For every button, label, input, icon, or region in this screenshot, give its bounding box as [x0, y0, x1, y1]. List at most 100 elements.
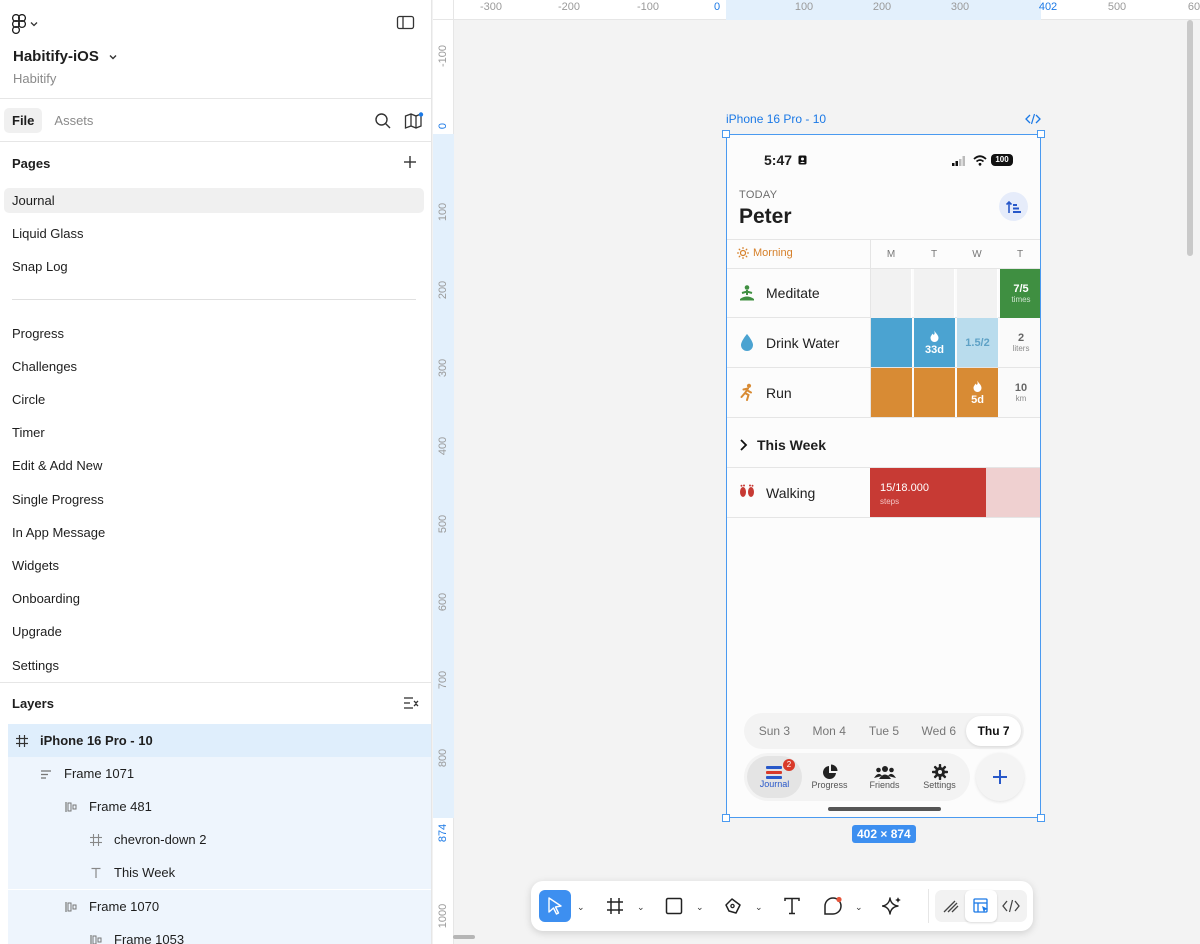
shape-tool-button[interactable]	[658, 890, 690, 922]
sidebar-toggle-button[interactable]	[396, 14, 416, 37]
habit-name[interactable]: Walking	[766, 485, 815, 501]
frame-tool-button[interactable]	[599, 890, 631, 922]
habit-day-cell[interactable]: 33d	[914, 318, 955, 367]
day-header: M	[886, 249, 896, 260]
battery-level: 100	[995, 155, 1009, 164]
this-week-label: This Week	[757, 437, 826, 453]
resize-handle[interactable]	[1037, 130, 1045, 138]
library-icon[interactable]	[404, 112, 424, 130]
page-item-single-progress[interactable]: Single Progress	[4, 487, 424, 512]
auto-layout-horizontal-icon	[63, 899, 79, 915]
page-item-journal[interactable]: Journal	[4, 188, 424, 213]
habit-name[interactable]: Drink Water	[766, 335, 839, 351]
chevron-down-icon[interactable]: ⌄	[696, 902, 704, 913]
horizontal-scrollbar[interactable]	[453, 935, 475, 939]
design-mode-button[interactable]	[965, 890, 997, 922]
pen-tool-button[interactable]	[717, 890, 749, 922]
layer-row[interactable]: chevron-down 2	[8, 823, 431, 856]
draw-mode-button[interactable]	[935, 890, 967, 922]
habit-day-cell[interactable]	[871, 318, 912, 367]
canvas[interactable]: -300 -200 -100 0 100 200 300 402 500 60 …	[433, 0, 1200, 944]
habit-day-cell[interactable]: 10 km	[1000, 368, 1040, 417]
project-name[interactable]: Habitify-iOS	[13, 48, 117, 65]
chevron-down-icon[interactable]: ⌄	[855, 902, 863, 913]
tab-assets[interactable]: Assets	[46, 108, 101, 133]
habit-day-cell[interactable]: 5d	[957, 368, 998, 417]
layer-row[interactable]: Frame 481	[8, 790, 431, 823]
layer-row[interactable]: Frame 1053	[8, 923, 431, 944]
layer-row[interactable]: iPhone 16 Pro - 10	[8, 724, 431, 757]
layer-row[interactable]: Frame 1070	[8, 890, 431, 923]
divider	[727, 239, 1040, 240]
ruler-corner	[433, 0, 454, 20]
habit-day-cell[interactable]	[957, 269, 998, 318]
page-item-upgrade[interactable]: Upgrade	[4, 619, 424, 644]
layer-label: Frame 1053	[114, 932, 185, 944]
tab-journal[interactable]: 2 Journal	[747, 756, 802, 798]
cell-value: 10	[1014, 382, 1028, 394]
main-menu-button[interactable]	[12, 14, 38, 34]
day-pill[interactable]: Sun 3	[747, 716, 802, 746]
text-tool-button[interactable]	[776, 890, 808, 922]
tab-settings[interactable]: Settings	[912, 756, 967, 798]
page-item-progress[interactable]: Progress	[4, 321, 424, 346]
habit-day-cell[interactable]	[914, 269, 955, 318]
sort-button[interactable]	[999, 192, 1028, 221]
run-icon	[737, 382, 757, 402]
habit-name[interactable]: Meditate	[766, 285, 820, 301]
layer-row[interactable]: This Week	[8, 856, 431, 889]
page-item-liquid-glass[interactable]: Liquid Glass	[4, 221, 424, 246]
day-pill[interactable]: Wed 6	[911, 716, 966, 746]
chevron-down-icon[interactable]: ⌄	[577, 902, 585, 913]
resize-handle[interactable]	[1037, 814, 1045, 822]
iphone-frame[interactable]: 5:47 100 TODAY Peter Morning M T W T Med…	[726, 134, 1041, 818]
cell-value: 5d	[971, 393, 984, 406]
dev-mode-toggle[interactable]	[995, 890, 1027, 922]
collapse-layers-button[interactable]	[403, 696, 419, 715]
resize-handle[interactable]	[722, 814, 730, 822]
day-pill[interactable]: Tue 5	[857, 716, 912, 746]
page-item-timer[interactable]: Timer	[4, 420, 424, 445]
chevron-down-icon[interactable]: ⌄	[755, 902, 763, 913]
this-week-section[interactable]: This Week	[739, 437, 826, 453]
section-header-morning[interactable]: Morning	[737, 247, 793, 259]
add-page-button[interactable]	[402, 154, 418, 175]
page-item-snap-log[interactable]: Snap Log	[4, 254, 424, 279]
resize-handle[interactable]	[722, 130, 730, 138]
divider	[727, 517, 1040, 518]
tab-progress[interactable]: Progress	[802, 756, 857, 798]
habit-day-cell[interactable]: 7/5 times	[1000, 269, 1040, 318]
team-name: Habitify	[13, 71, 57, 86]
habit-day-cell[interactable]	[914, 368, 955, 417]
habit-day-cell[interactable]: 1.5/2	[957, 318, 998, 367]
comment-tool-button[interactable]	[817, 890, 849, 922]
frame-label[interactable]: iPhone 16 Pro - 10	[726, 112, 826, 126]
page-item-challenges[interactable]: Challenges	[4, 354, 424, 379]
habit-day-cell[interactable]	[871, 368, 912, 417]
page-item-edit-add-new[interactable]: Edit & Add New	[4, 453, 424, 478]
page-item-widgets[interactable]: Widgets	[4, 553, 424, 578]
vertical-scrollbar[interactable]	[1187, 20, 1193, 256]
habit-day-cell[interactable]: 2 liters	[1000, 318, 1040, 367]
chevron-down-icon[interactable]: ⌄	[637, 902, 645, 913]
user-name: Peter	[739, 205, 792, 228]
ai-tool-button[interactable]	[876, 890, 908, 922]
page-item-circle[interactable]: Circle	[4, 387, 424, 412]
search-icon[interactable]	[374, 112, 392, 130]
dev-mode-button[interactable]	[1025, 112, 1041, 130]
page-item-in-app-message[interactable]: In App Message	[4, 520, 424, 545]
layer-row[interactable]: Frame 1071	[8, 757, 431, 790]
day-pill-selected[interactable]: Thu 7	[966, 716, 1021, 746]
flame-icon	[973, 380, 982, 392]
habit-day-cell[interactable]	[871, 269, 912, 318]
page-item-settings[interactable]: Settings	[4, 653, 424, 678]
move-tool-button[interactable]	[539, 890, 571, 922]
walking-progress-track[interactable]: 15/18.000 steps	[870, 468, 1040, 517]
tab-friends[interactable]: Friends	[857, 756, 912, 798]
add-habit-button[interactable]	[976, 753, 1024, 801]
tab-file[interactable]: File	[4, 108, 43, 133]
ruler-tick-label: 0	[437, 122, 449, 130]
day-pill[interactable]: Mon 4	[802, 716, 857, 746]
page-item-onboarding[interactable]: Onboarding	[4, 586, 424, 611]
habit-name[interactable]: Run	[766, 385, 792, 401]
